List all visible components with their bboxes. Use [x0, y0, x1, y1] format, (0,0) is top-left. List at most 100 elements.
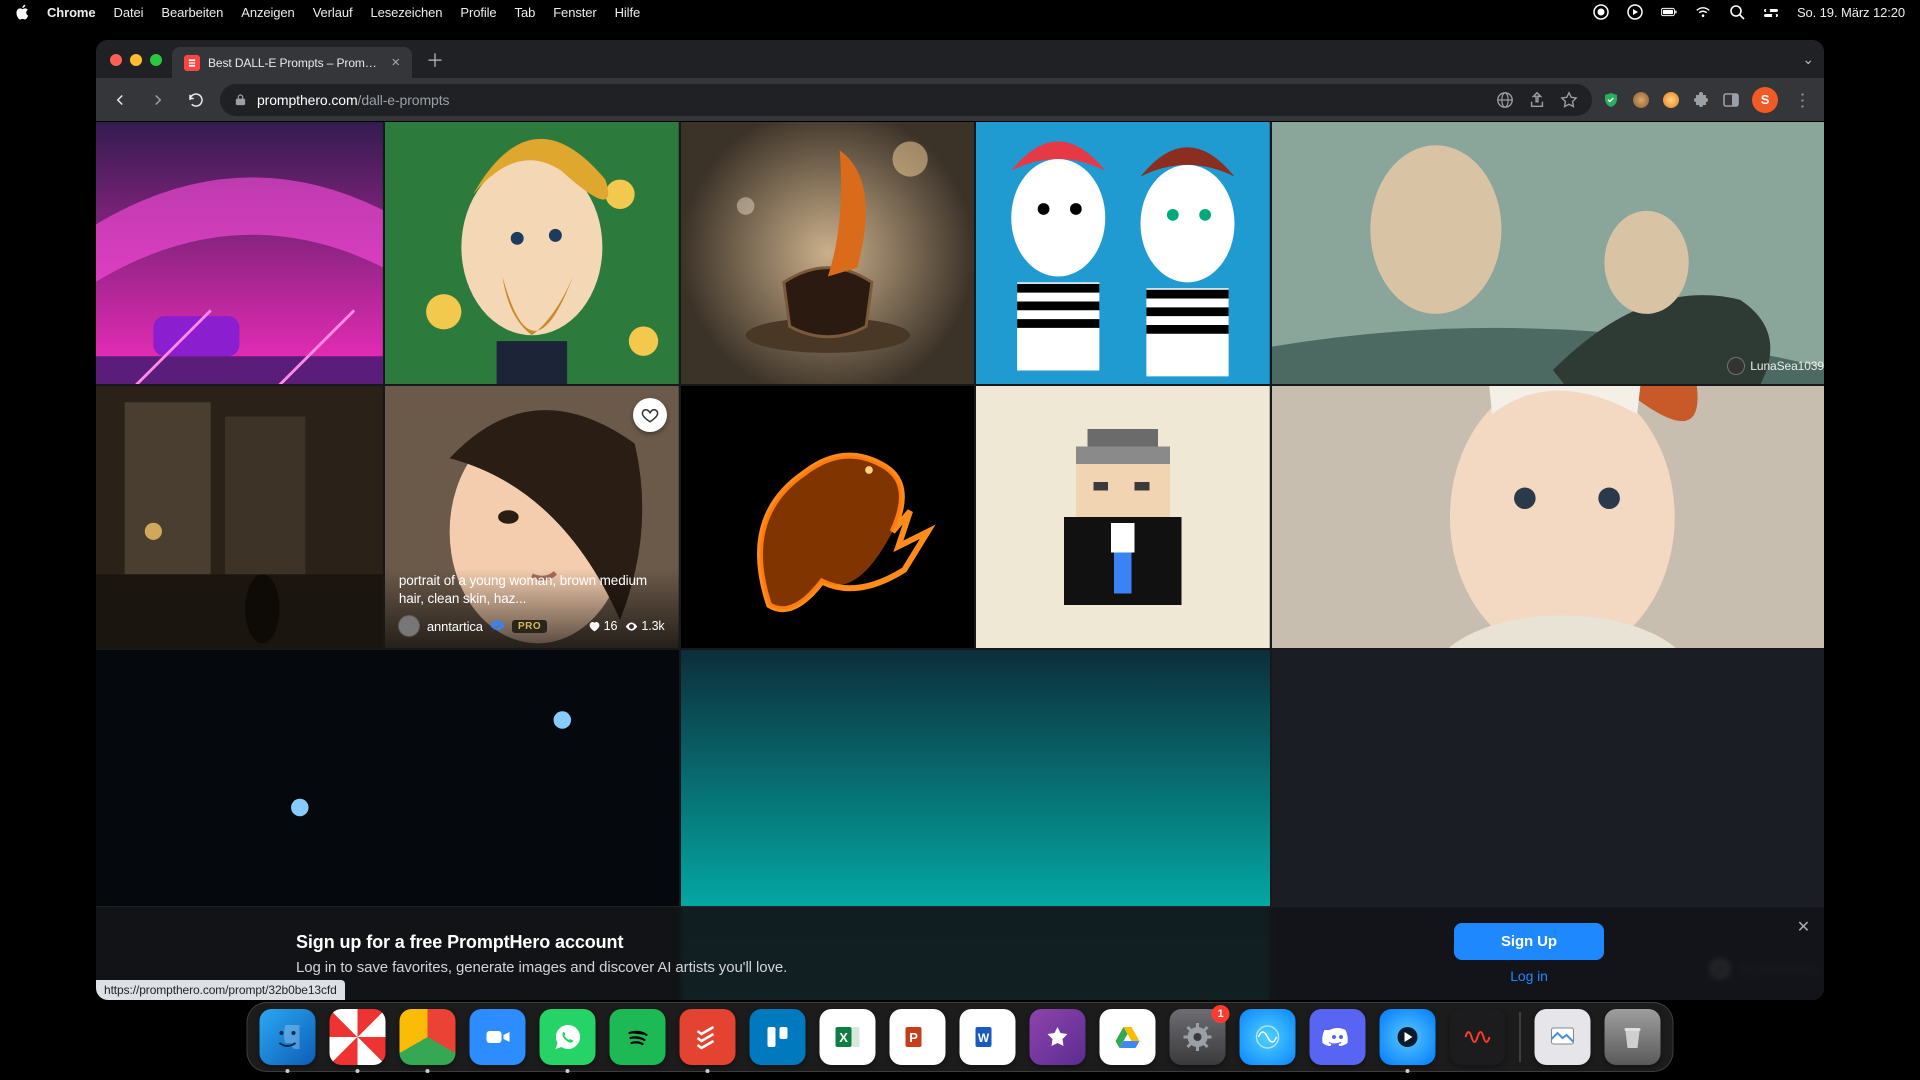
tile-r2c2-hovered[interactable]: portrait of a young woman, brown medium … [385, 386, 679, 648]
svg-text:X: X [839, 1030, 848, 1045]
menu-bearbeiten[interactable]: Bearbeiten [161, 5, 223, 20]
macos-dock[interactable]: X P W 1 [247, 1002, 1674, 1072]
menu-verlauf[interactable]: Verlauf [313, 5, 353, 20]
wifi-icon[interactable] [1695, 4, 1711, 20]
dock-app-powerpoint[interactable]: P [890, 1009, 946, 1065]
bookmark-star-icon[interactable] [1560, 91, 1578, 109]
extension-generic-1-icon[interactable] [1632, 91, 1650, 109]
link-status-text: https://prompthero.com/prompt/32b0be13cf… [96, 980, 345, 1000]
dock-divider [1520, 1012, 1521, 1062]
dock-app-quicktime[interactable] [1380, 1009, 1436, 1065]
dock-app-whatsapp[interactable] [540, 1009, 596, 1065]
menu-profile[interactable]: Profile [460, 5, 496, 20]
lock-icon[interactable] [234, 93, 247, 106]
hover-author-name[interactable]: anntartica [427, 619, 483, 634]
google-translate-icon[interactable] [1496, 91, 1514, 109]
window-controls[interactable] [106, 54, 162, 78]
signup-button[interactable]: Sign Up [1454, 923, 1604, 960]
sidepanel-icon[interactable] [1722, 91, 1740, 109]
tile-likes-count: 16 [604, 619, 618, 633]
banner-subtext: Log in to save favorites, generate image… [296, 959, 787, 976]
tile-r2c1[interactable] [96, 386, 383, 648]
url-path: /dall-e-prompts [358, 92, 450, 108]
dock-app-trash[interactable] [1605, 1009, 1661, 1065]
profile-avatar[interactable]: S [1752, 87, 1778, 113]
tile-r2c4[interactable] [976, 386, 1270, 648]
window-zoom-dot[interactable] [150, 54, 162, 66]
share-icon[interactable] [1528, 91, 1546, 109]
dock-app-settings[interactable]: 1 [1170, 1009, 1226, 1065]
extension-generic-2-icon[interactable] [1662, 91, 1680, 109]
menu-hilfe[interactable]: Hilfe [615, 5, 641, 20]
dock-app-word[interactable]: W [960, 1009, 1016, 1065]
battery-icon[interactable] [1661, 4, 1677, 20]
dock-app-discord[interactable] [1310, 1009, 1366, 1065]
tile-views: 1.3k [625, 619, 664, 633]
address-bar[interactable]: prompthero.com/dall-e-prompts [220, 84, 1592, 116]
chrome-window: Best DALL-E Prompts – Prompt… × ＋ ⌄ prom… [96, 40, 1824, 1000]
tile-r1c3[interactable] [681, 122, 975, 384]
browser-tab-active[interactable]: Best DALL-E Prompts – Prompt… × [172, 47, 412, 78]
nav-back-button[interactable] [106, 86, 134, 114]
dock-settings-badge: 1 [1212, 1005, 1230, 1023]
tile-r1c4[interactable] [976, 122, 1270, 384]
tile-r1c1[interactable] [96, 122, 383, 384]
image-grid: LunaSea1039 [96, 122, 1824, 1000]
window-minimize-dot[interactable] [130, 54, 142, 66]
extension-icons: S ⋯ [1602, 87, 1814, 113]
menu-datei[interactable]: Datei [114, 5, 144, 20]
banner-close-icon[interactable]: ✕ [1797, 917, 1810, 937]
apple-menu-icon[interactable] [15, 4, 29, 20]
dock-app-googledrive[interactable] [1100, 1009, 1156, 1065]
dock-app-imovie[interactable] [1030, 1009, 1086, 1065]
menu-fenster[interactable]: Fenster [553, 5, 596, 20]
tab-close-icon[interactable]: × [391, 54, 400, 71]
dock-app-todoist[interactable] [680, 1009, 736, 1065]
banner-heading: Sign up for a free PromptHero account [296, 932, 787, 953]
tile-r2c3[interactable] [681, 386, 975, 648]
dock-app-siri[interactable] [1240, 1009, 1296, 1065]
dock-app-voicememos[interactable] [1450, 1009, 1506, 1065]
dock-app-spotify[interactable] [610, 1009, 666, 1065]
macos-menubar[interactable]: Chrome Datei Bearbeiten Anzeigen Verlauf… [0, 0, 1920, 24]
chrome-tabstrip: Best DALL-E Prompts – Prompt… × ＋ ⌄ [96, 40, 1824, 78]
extension-puzzle-icon[interactable] [1692, 91, 1710, 109]
tile-r2c5[interactable] [1272, 386, 1824, 648]
tile-r1c5[interactable]: LunaSea1039 [1272, 122, 1824, 384]
menu-app-name[interactable]: Chrome [47, 5, 96, 20]
dock-app-preview[interactable] [1535, 1009, 1591, 1065]
hover-author-avatar[interactable] [399, 616, 419, 636]
signup-banner: Sign up for a free PromptHero account Lo… [96, 906, 1824, 1000]
dock-app-trello[interactable] [750, 1009, 806, 1065]
screenrec-icon[interactable] [1593, 4, 1609, 20]
dock-app-chrome[interactable] [400, 1009, 456, 1065]
tab-title: Best DALL-E Prompts – Prompt… [208, 56, 383, 70]
menu-anzeigen[interactable]: Anzeigen [241, 5, 294, 20]
playback-icon[interactable] [1627, 4, 1643, 20]
tile-author-badge[interactable]: LunaSea1039 [1728, 358, 1824, 374]
page-viewport: LunaSea1039 [96, 122, 1824, 1000]
new-tab-button[interactable]: ＋ [422, 47, 448, 73]
extension-shield-icon[interactable] [1602, 91, 1620, 109]
window-close-dot[interactable] [110, 54, 122, 66]
dock-app-safari[interactable] [330, 1009, 386, 1065]
dock-app-excel[interactable]: X [820, 1009, 876, 1065]
spotlight-icon[interactable] [1729, 4, 1745, 20]
menubar-clock[interactable]: So. 19. März 12:20 [1797, 5, 1905, 20]
menu-tab[interactable]: Tab [515, 5, 536, 20]
tab-favicon [184, 55, 200, 71]
nav-forward-button[interactable] [144, 86, 172, 114]
tabs-dropdown-icon[interactable]: ⌄ [1802, 51, 1814, 68]
tile-views-count: 1.3k [641, 619, 664, 633]
login-link[interactable]: Log in [1510, 968, 1548, 984]
menu-lesezeichen[interactable]: Lesezeichen [370, 5, 442, 20]
tile-likes: 16 [588, 619, 618, 633]
chrome-menu-icon[interactable]: ⋯ [1792, 88, 1813, 112]
dock-app-finder[interactable] [260, 1009, 316, 1065]
control-center-icon[interactable] [1763, 4, 1779, 20]
tile-r1c2[interactable] [385, 122, 679, 384]
favorite-heart-button[interactable] [633, 398, 667, 432]
nav-reload-button[interactable] [182, 86, 210, 114]
dock-app-zoom[interactable] [470, 1009, 526, 1065]
url-host: prompthero.com [257, 92, 358, 108]
